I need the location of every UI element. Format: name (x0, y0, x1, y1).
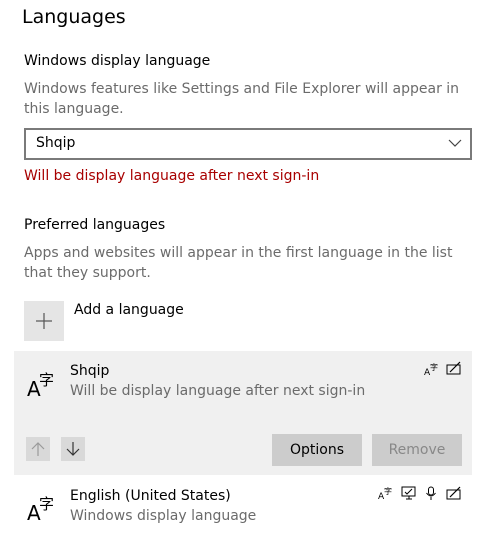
language-item-name[interactable]: English (United States) (70, 488, 231, 504)
handwriting-icon (446, 486, 462, 500)
svg-text:字: 字 (430, 362, 438, 372)
language-item-name: Shqip (70, 363, 110, 379)
speech-icon (425, 486, 437, 501)
display-language-select-value: Shqip (36, 135, 76, 151)
move-down-button[interactable] (61, 437, 85, 461)
plus-icon (34, 311, 54, 331)
display-language-icon: A 字 (378, 486, 394, 500)
move-up-button[interactable] (26, 437, 50, 461)
chevron-down-icon (448, 136, 462, 150)
display-language-icon: A 字 (424, 362, 440, 376)
display-language-description: Windows features like Settings and File … (24, 81, 460, 117)
arrow-down-icon (66, 441, 80, 457)
options-button[interactable]: Options (272, 434, 362, 466)
arrow-up-icon (31, 441, 45, 457)
display-language-select[interactable]: Shqip (24, 128, 472, 160)
language-glyph-icon: A 字 (27, 493, 59, 523)
page-title: Languages (22, 6, 126, 28)
svg-text:字: 字 (39, 371, 54, 389)
display-language-warning: Will be display language after next sign… (24, 168, 320, 184)
preferred-languages-description: Apps and websites will appear in the fir… (24, 245, 453, 281)
add-language-button[interactable] (24, 301, 64, 341)
language-item-subtitle: Will be display language after next sign… (70, 383, 366, 399)
language-item-subtitle: Windows display language (70, 508, 257, 524)
preferred-languages-heading: Preferred languages (24, 217, 166, 233)
remove-button[interactable]: Remove (372, 434, 462, 466)
windows-display-icon (401, 486, 417, 501)
svg-text:字: 字 (384, 486, 392, 496)
handwriting-icon (446, 361, 462, 375)
add-language-label[interactable]: Add a language (74, 302, 184, 318)
language-glyph-icon: A 字 (27, 369, 59, 399)
display-language-heading: Windows display language (24, 53, 211, 69)
svg-text:字: 字 (39, 495, 54, 513)
